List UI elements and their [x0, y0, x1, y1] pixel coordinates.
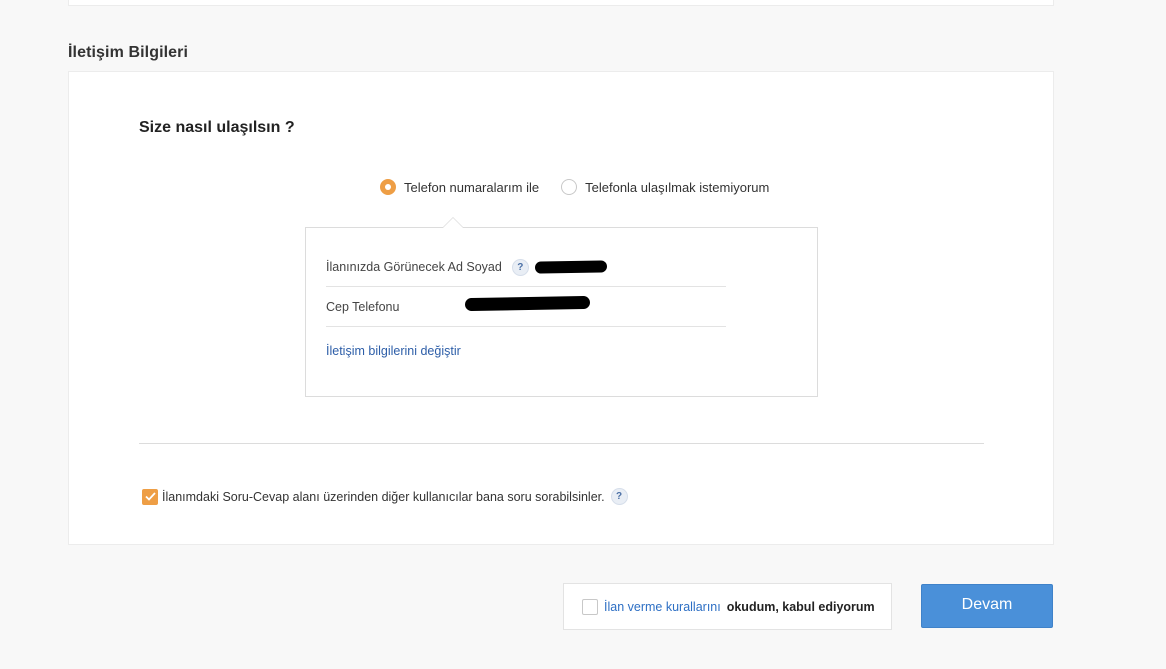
- radio-button-checked[interactable]: [380, 179, 396, 195]
- redacted-phone: [464, 295, 591, 312]
- rules-link[interactable]: İlan verme kurallarını: [604, 600, 721, 614]
- display-name-row: İlanınızda Görünecek Ad Soyad ?: [326, 248, 726, 287]
- contact-method-radio-group: Telefon numaralarım ile Telefonla ulaşıl…: [380, 179, 769, 195]
- qa-permission-row: İlanımdaki Soru-Cevap alanı üzerinden di…: [142, 488, 628, 505]
- contact-card: Size nasıl ulaşılsın ? Telefon numaralar…: [68, 71, 1054, 545]
- display-name-label: İlanınızda Görünecek Ad Soyad: [326, 260, 502, 274]
- page: İletişim Bilgileri Size nasıl ulaşılsın …: [0, 0, 1166, 669]
- rules-accept-text: okudum, kabul ediyorum: [726, 599, 875, 614]
- qa-checkbox[interactable]: [142, 488, 158, 505]
- mobile-phone-row: Cep Telefonu: [326, 288, 726, 327]
- help-icon[interactable]: ?: [610, 488, 628, 505]
- radio-label: Telefon numaralarım ile: [404, 179, 540, 195]
- pointer-caret-fill: [443, 218, 463, 228]
- help-icon[interactable]: ?: [511, 258, 529, 276]
- continue-button[interactable]: Devam: [921, 584, 1053, 628]
- checkmark-icon: [144, 492, 156, 501]
- radio-phone-numbers[interactable]: Telefon numaralarım ile: [380, 179, 539, 195]
- change-contact-info-link[interactable]: İletişim bilgilerini değiştir: [326, 344, 461, 358]
- previous-section-panel: [68, 0, 1054, 6]
- mobile-phone-label: Cep Telefonu: [326, 300, 400, 314]
- rules-checkbox[interactable]: [582, 598, 598, 615]
- contact-info-box: İlanınızda Görünecek Ad Soyad ? Cep Tele…: [305, 217, 818, 397]
- radio-no-phone[interactable]: Telefonla ulaşılmak istemiyorum: [561, 179, 769, 195]
- contact-question: Size nasıl ulaşılsın ?: [139, 119, 295, 136]
- radio-button[interactable]: [561, 179, 578, 195]
- section-title: İletişim Bilgileri: [68, 44, 189, 61]
- rules-agreement-box: İlan verme kurallarını okudum, kabul edi…: [563, 583, 892, 630]
- divider: [139, 443, 984, 444]
- redacted-name: [534, 260, 608, 274]
- qa-label: İlanımdaki Soru-Cevap alanı üzerinden di…: [162, 489, 605, 504]
- radio-label: Telefonla ulaşılmak istemiyorum: [585, 179, 770, 195]
